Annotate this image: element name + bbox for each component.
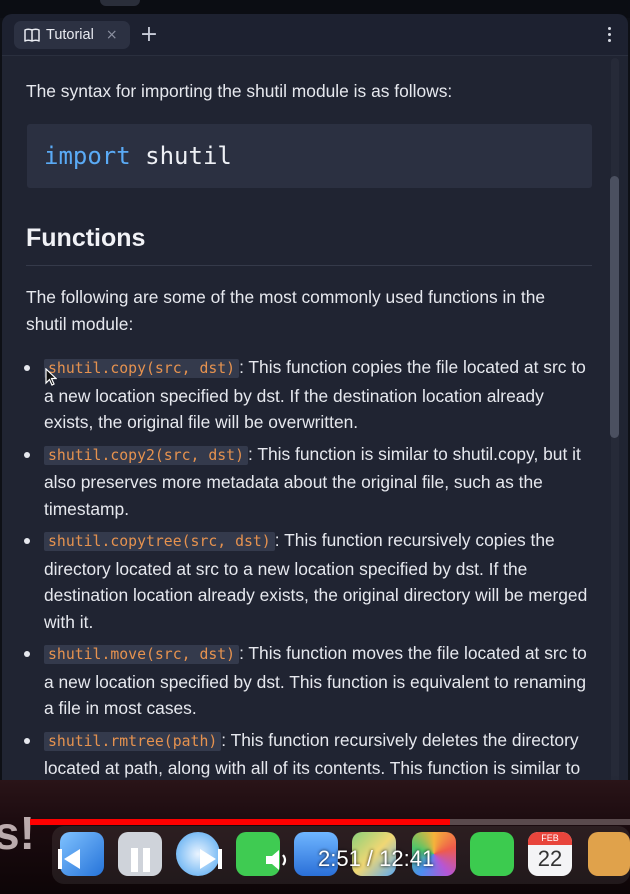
video-progress-fill — [30, 819, 450, 825]
tab-title: Tutorial — [46, 27, 94, 43]
list-item: shutil.copytree(src, dst): This function… — [24, 527, 594, 635]
heading-divider — [26, 265, 592, 266]
contacts-icon[interactable] — [588, 832, 630, 876]
code-block: import shutil — [27, 124, 592, 188]
tab-tutorial[interactable]: Tutorial × — [14, 21, 130, 49]
more-menu-icon[interactable] — [604, 24, 614, 46]
section-intro: The following are some of the most commo… — [26, 287, 546, 334]
tutorial-content[interactable]: The syntax for importing the shutil modu… — [2, 56, 628, 808]
code-keyword: import — [44, 142, 131, 170]
pause-button[interactable] — [128, 846, 154, 879]
new-tab-button[interactable]: + — [138, 23, 160, 47]
function-code: shutil.copy2(src, dst) — [44, 445, 248, 465]
list-item: shutil.copy(src, dst): This function cop… — [24, 354, 594, 436]
facetime-icon[interactable] — [470, 832, 514, 876]
calendar-month: FEB — [528, 832, 572, 845]
intro-text: The syntax for importing the shutil modu… — [26, 81, 453, 101]
function-list: shutil.copy(src, dst): This function cop… — [24, 354, 594, 808]
list-item: shutil.move(src, dst): This function mov… — [24, 640, 594, 722]
function-code: shutil.rmtree(path) — [44, 731, 222, 751]
function-code: shutil.move(src, dst) — [44, 645, 240, 664]
tab-bar: Tutorial × + — [2, 14, 628, 56]
vertical-scrollbar[interactable] — [608, 58, 622, 806]
function-code: shutil.copytree(src, dst) — [44, 532, 275, 551]
calendar-day: 22 — [537, 846, 563, 871]
video-time: 2:51 / 12:41 — [318, 846, 435, 871]
function-code: shutil.copy(src, dst) — [44, 359, 240, 378]
previous-button[interactable] — [56, 846, 84, 877]
code-module: shutil — [145, 142, 232, 170]
list-item: shutil.copy2(src, dst): This function is… — [24, 441, 594, 523]
mouse-pointer-icon — [45, 367, 58, 390]
close-tab-icon[interactable]: × — [106, 28, 118, 42]
volume-icon[interactable] — [264, 848, 294, 877]
partial-caption: s! — [0, 807, 35, 859]
calendar-icon[interactable]: FEB 22 — [528, 832, 572, 876]
top-notch — [100, 0, 140, 6]
scrollbar-thumb[interactable] — [610, 176, 619, 438]
section-heading: Functions — [26, 224, 146, 252]
book-icon — [24, 28, 40, 42]
next-button[interactable] — [196, 846, 224, 877]
